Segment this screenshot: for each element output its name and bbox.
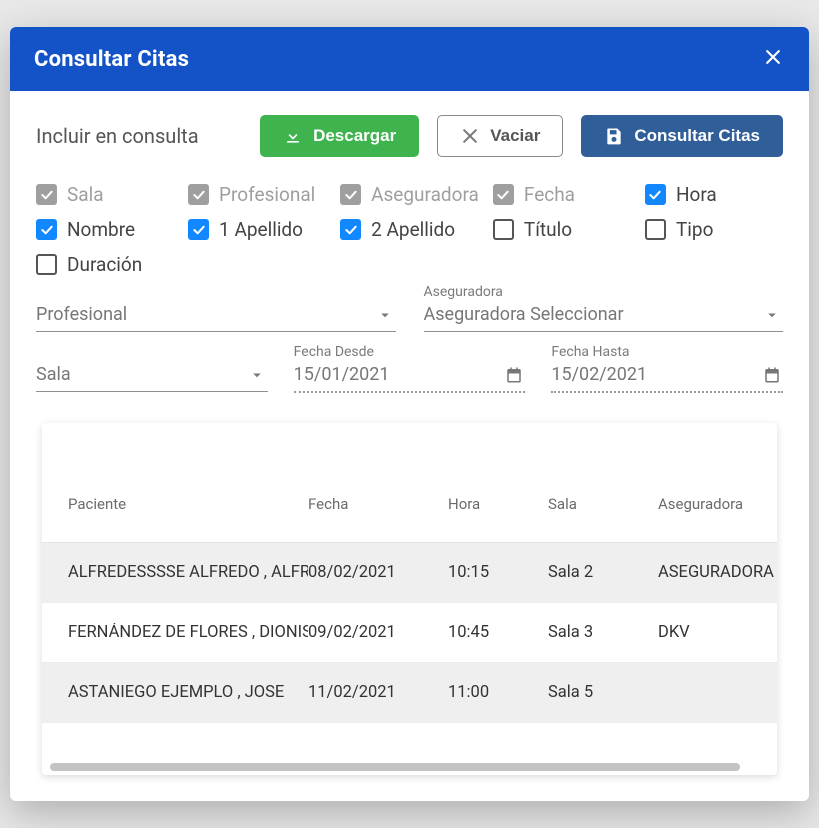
consultar-citas-modal: Consultar Citas Incluir en consulta Desc… — [10, 27, 809, 801]
filter-row-2: Sala Fecha Desde 15/01/2021 Fecha Hasta … — [36, 358, 783, 393]
checkbox-tipo[interactable]: Tipo — [645, 218, 783, 241]
modal-body: Incluir en consulta Descargar Vaciar Con… — [10, 91, 809, 801]
table-header: Paciente Fecha Hora Sala Aseguradora — [42, 423, 777, 543]
filter-row-1: Profesional Aseguradora Aseguradora Sele… — [36, 298, 783, 332]
fecha-hasta-field[interactable]: Fecha Hasta 15/02/2021 — [551, 358, 783, 393]
col-aseguradora: Aseguradora — [658, 495, 777, 513]
col-fecha: Fecha — [308, 495, 448, 513]
results-table: Paciente Fecha Hora Sala Aseguradora ALF… — [42, 423, 777, 775]
checkbox-1apellido[interactable]: 1 Apellido — [188, 218, 326, 241]
close-button[interactable] — [761, 45, 785, 73]
col-paciente: Paciente — [68, 495, 308, 513]
chevron-down-icon — [248, 366, 266, 384]
checkbox-titulo[interactable]: Título — [493, 218, 631, 241]
query-button[interactable]: Consultar Citas — [581, 115, 783, 157]
table-row[interactable]: ASTANIEGO EJEMPLO , JOSE 11/02/2021 11:0… — [42, 663, 777, 723]
check-icon — [191, 222, 207, 238]
checkbox-grid: Sala Profesional Aseguradora Fecha Hora … — [36, 183, 783, 276]
calendar-icon — [505, 366, 523, 384]
col-sala: Sala — [548, 495, 658, 513]
calendar-icon — [763, 366, 781, 384]
check-icon — [39, 222, 55, 238]
aseguradora-select[interactable]: Aseguradora Aseguradora Seleccionar — [424, 298, 784, 332]
check-icon — [39, 187, 55, 203]
checkbox-2apellido[interactable]: 2 Apellido — [340, 218, 479, 241]
clear-button[interactable]: Vaciar — [437, 115, 563, 157]
checkbox-sala[interactable]: Sala — [36, 183, 174, 206]
chevron-down-icon — [376, 306, 394, 324]
checkbox-profesional[interactable]: Profesional — [188, 183, 326, 206]
table-row[interactable]: FERNÁNDEZ DE FLORES , DIONISIO 09/02/202… — [42, 603, 777, 663]
modal-title: Consultar Citas — [34, 47, 189, 72]
title-bar: Consultar Citas — [10, 27, 809, 91]
include-label: Incluir en consulta — [36, 124, 199, 148]
toolbar: Incluir en consulta Descargar Vaciar Con… — [36, 115, 783, 157]
checkbox-duracion[interactable]: Duración — [36, 253, 174, 276]
checkbox-aseguradora[interactable]: Aseguradora — [340, 183, 479, 206]
chevron-down-icon — [763, 306, 781, 324]
save-icon — [604, 126, 624, 146]
check-icon — [343, 222, 359, 238]
check-icon — [191, 187, 207, 203]
check-icon — [343, 187, 359, 203]
checkbox-hora[interactable]: Hora — [645, 183, 783, 206]
close-icon — [763, 47, 783, 67]
checkbox-nombre[interactable]: Nombre — [36, 218, 174, 241]
checkbox-fecha[interactable]: Fecha — [493, 183, 631, 206]
horizontal-scrollbar[interactable] — [42, 763, 777, 775]
check-icon — [647, 187, 663, 203]
download-button[interactable]: Descargar — [260, 115, 419, 157]
sala-select[interactable]: Sala — [36, 358, 268, 393]
fecha-desde-field[interactable]: Fecha Desde 15/01/2021 — [294, 358, 526, 393]
clear-icon — [460, 126, 480, 146]
profesional-select[interactable]: Profesional — [36, 298, 396, 332]
check-icon — [495, 187, 511, 203]
table-row[interactable]: ALFREDESSSSE ALFREDO , ALFREDO 08/02/202… — [42, 543, 777, 603]
col-hora: Hora — [448, 495, 548, 513]
download-icon — [283, 126, 303, 146]
